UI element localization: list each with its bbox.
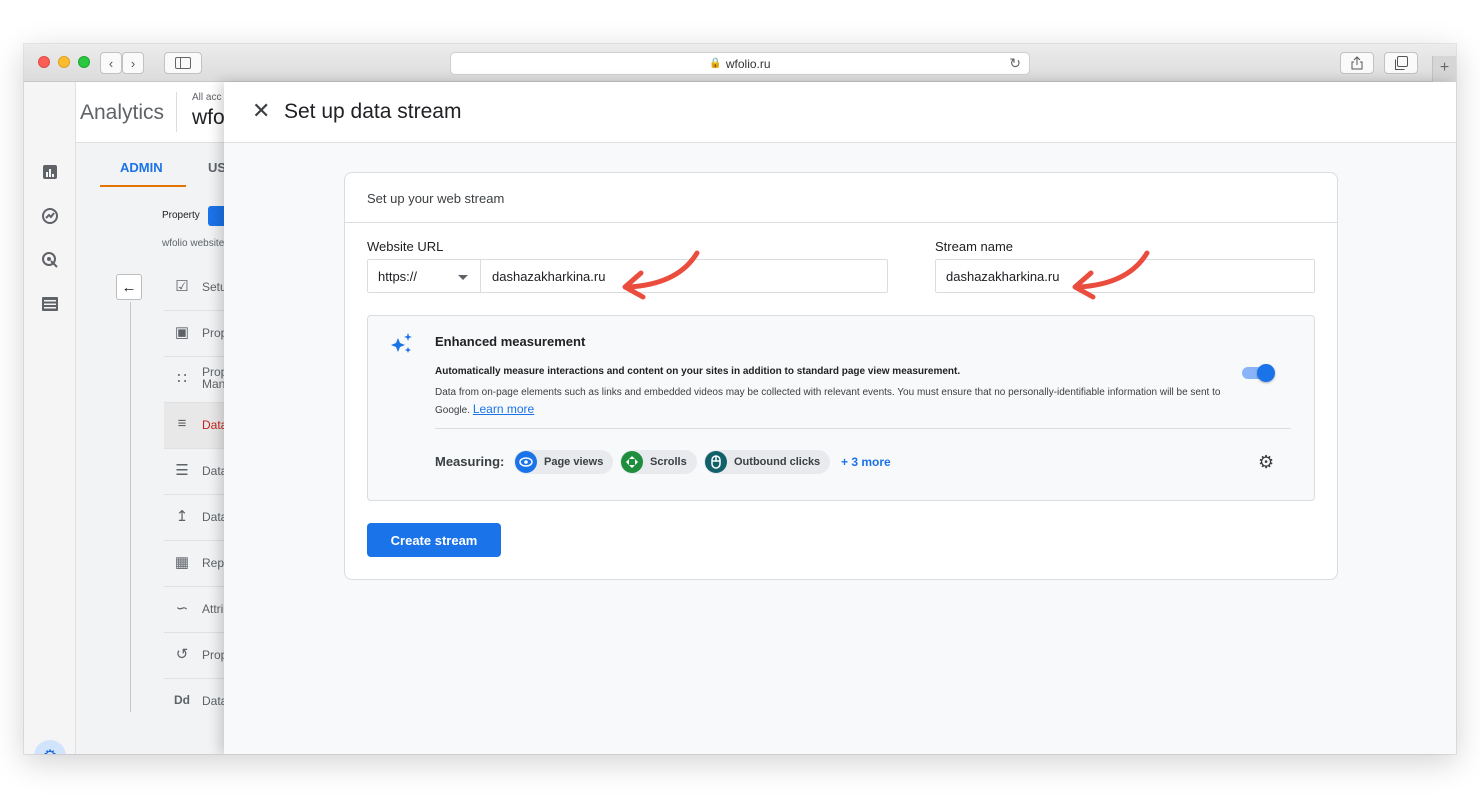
card-header: Set up your web stream: [345, 173, 1337, 223]
dialog-header: ✕ Set up data stream: [224, 82, 1456, 143]
enhanced-measurement-description: Automatically measure interactions and c…: [435, 366, 961, 377]
streams-icon: ≡: [177, 415, 187, 432]
chevron-down-icon: [458, 275, 468, 280]
left-rail: ⚙: [24, 82, 76, 754]
chip-page-views: Page views: [514, 450, 614, 474]
divider: [130, 302, 131, 712]
explore-icon[interactable]: [40, 206, 60, 226]
enhanced-measurement-note-text: Data from on-page elements such as links…: [435, 387, 1221, 416]
address-bar[interactable]: 🔒 wfolio.ru ↻: [450, 52, 1030, 75]
reports-icon[interactable]: [40, 162, 60, 182]
create-stream-button[interactable]: Create stream: [367, 523, 501, 557]
more-events-link[interactable]: + 3 more: [841, 455, 891, 469]
website-url-input[interactable]: dashazakharkina.ru: [492, 269, 605, 284]
configure-icon[interactable]: [40, 294, 60, 314]
enhanced-measurement-toggle[interactable]: [1242, 364, 1276, 382]
people-icon: ∷: [177, 370, 187, 387]
checklist-icon: ☑: [175, 278, 189, 295]
account-label: All acc: [192, 92, 222, 103]
scroll-icon: [621, 451, 643, 473]
web-stream-card: Set up your web stream Website URL https…: [344, 172, 1338, 580]
chip-outbound-clicks: Outbound clicks: [704, 450, 831, 474]
nav-item-label: Setu: [202, 280, 227, 294]
tab-indicator: [100, 185, 186, 187]
address-text: wfolio.ru: [725, 56, 771, 71]
chip-label: Outbound clicks: [734, 456, 821, 468]
annotation-arrow-icon: [1072, 250, 1150, 300]
brand-name: Analytics: [80, 101, 165, 124]
chip-label: Scrolls: [650, 456, 687, 468]
divider: [176, 92, 177, 132]
history-icon: ↺: [175, 646, 189, 663]
chevron-right-icon: ›: [130, 55, 136, 71]
tabs-overview-button[interactable]: [1384, 52, 1418, 74]
chip-scrolls: Scrolls: [620, 450, 697, 474]
panel-icon: ▣: [174, 324, 190, 341]
annotation-arrow-icon: [622, 250, 700, 300]
lock-icon: 🔒: [709, 58, 722, 69]
chip-label: Page views: [544, 456, 604, 468]
back-button[interactable]: ‹: [100, 52, 122, 74]
nav-item-label: Attri: [202, 602, 224, 616]
property-selector[interactable]: wfolio website: [162, 238, 224, 249]
browser-window: ‹ › 🔒 wfolio.ru ↻ + Analytics All acc wf…: [24, 44, 1456, 754]
attribution-icon: ∽: [175, 600, 189, 617]
mouse-icon: [705, 451, 727, 473]
property-label: Property: [162, 210, 200, 221]
browser-toolbar: ‹ › 🔒 wfolio.ru ↻ +: [24, 44, 1456, 82]
database-icon: ☰: [175, 462, 189, 479]
account-selector[interactable]: wfo: [192, 106, 225, 130]
stream-name-label: Stream name: [935, 239, 1014, 254]
tab-admin[interactable]: ADMIN: [120, 160, 163, 175]
enhanced-measurement-title: Enhanced measurement: [435, 334, 586, 349]
sidebar-toggle-button[interactable]: [164, 52, 202, 74]
advertising-icon[interactable]: [40, 250, 60, 270]
minimize-window-button[interactable]: [58, 56, 70, 68]
reload-icon[interactable]: ↻: [1009, 55, 1021, 72]
sidebar-icon: [175, 57, 191, 69]
learn-more-link[interactable]: Learn more: [473, 402, 534, 416]
nav-item-label: Rep: [202, 556, 225, 570]
dialog-title: Set up data stream: [284, 100, 462, 123]
enhanced-measurement-note: Data from on-page elements such as links…: [435, 384, 1235, 419]
sparkle-icon: [391, 333, 412, 353]
zoom-window-button[interactable]: [78, 56, 90, 68]
share-icon: [1351, 56, 1363, 70]
website-url-label: Website URL: [367, 239, 444, 254]
setup-stream-dialog: ✕ Set up data stream Set up your web str…: [224, 82, 1456, 754]
dd-icon: Dd: [174, 693, 190, 707]
tabs-icon: [1395, 56, 1408, 70]
settings-gear-icon[interactable]: ⚙: [1258, 452, 1274, 473]
report-icon: ▦: [174, 554, 190, 571]
share-button[interactable]: [1340, 52, 1374, 74]
divider: [435, 428, 1291, 429]
eye-icon: [515, 451, 537, 473]
protocol-select[interactable]: https://: [368, 260, 481, 292]
back-arrow-icon[interactable]: ←: [116, 274, 142, 300]
card-title: Set up your web stream: [367, 191, 505, 206]
admin-gear-icon[interactable]: ⚙: [34, 740, 66, 754]
enhanced-measurement-section: Enhanced measurement Automatically measu…: [367, 315, 1315, 501]
forward-button[interactable]: ›: [122, 52, 144, 74]
new-tab-button[interactable]: +: [1432, 56, 1456, 82]
close-window-button[interactable]: [38, 56, 50, 68]
close-icon[interactable]: ✕: [252, 99, 270, 123]
stream-name-input: dashazakharkina.ru: [946, 269, 1060, 284]
measuring-label: Measuring:: [435, 454, 505, 469]
protocol-value: https://: [378, 269, 418, 284]
upload-icon: ↥: [175, 508, 189, 525]
chevron-left-icon: ‹: [108, 55, 114, 71]
toggle-knob: [1257, 364, 1275, 382]
